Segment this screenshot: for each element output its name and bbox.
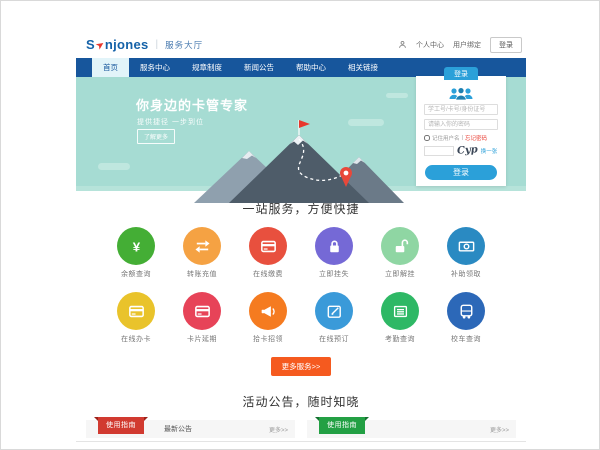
service-item[interactable]: 在线办卡 — [103, 292, 169, 344]
more-link[interactable]: 更多>> — [269, 425, 288, 434]
service-label: 卡片延期 — [187, 334, 217, 344]
nav-item-3[interactable]: 新闻公告 — [233, 58, 285, 77]
svg-text:¥: ¥ — [132, 239, 140, 254]
service-label: 校车查询 — [451, 334, 481, 344]
remember-separator: | — [462, 135, 463, 141]
service-item[interactable]: 立即挂失 — [301, 227, 367, 279]
bus-icon — [447, 292, 485, 330]
bottom-divider — [76, 441, 526, 442]
announcement-panels: 使用指南 最新公告 更多>> 使用指南 更多>> — [86, 420, 516, 438]
announcement-panel: 使用指南 更多>> — [307, 420, 516, 438]
nav-item-1[interactable]: 服务中心 — [129, 58, 181, 77]
service-item[interactable]: 立即解挂 — [367, 227, 433, 279]
nav-items: 首页服务中心规章制度新闻公告帮助中心相关链接 — [92, 58, 389, 77]
header-right: 个人中心 用户绑定 登录 — [398, 37, 522, 53]
unlock-icon — [381, 227, 419, 265]
banknote-icon — [447, 227, 485, 265]
hero-banner: 你身边的卡管专家 提供捷径 一步到位 了解更多 登录 — [76, 77, 526, 191]
captcha-input[interactable] — [424, 146, 454, 156]
service-item[interactable]: 考勤查询 — [367, 292, 433, 344]
service-item[interactable]: 卡片延期 — [169, 292, 235, 344]
person-icon — [398, 40, 407, 49]
service-item[interactable]: 校车查询 — [433, 292, 499, 344]
captcha-refresh-link[interactable]: 换一张 — [481, 147, 498, 155]
login-submit-button[interactable]: 登录 — [425, 165, 497, 180]
megaphone-icon — [249, 292, 287, 330]
service-label: 转账充值 — [187, 269, 217, 279]
card-icon — [249, 227, 287, 265]
logo: S➤njones — [86, 37, 149, 52]
panel-ribbon-tab[interactable]: 使用指南 — [98, 417, 144, 434]
hero-subtitle: 提供捷径 一步到位 — [137, 117, 204, 127]
list-icon — [381, 292, 419, 330]
login-panel: 登录 记住用户名 | 忘记密码 — [416, 76, 506, 186]
captcha-image[interactable]: Cyp — [457, 144, 478, 156]
nav-item-5[interactable]: 相关链接 — [337, 58, 389, 77]
service-item[interactable]: 在线缴费 — [235, 227, 301, 279]
header-login-button[interactable]: 登录 — [490, 37, 522, 53]
username-input[interactable] — [424, 104, 498, 115]
logo-text-suffix: njones — [105, 37, 149, 52]
lock-icon — [315, 227, 353, 265]
yen-icon: ¥ — [117, 227, 155, 265]
announcement-panel: 使用指南 最新公告 更多>> — [86, 420, 295, 438]
cloud-icon — [98, 163, 130, 170]
service-item[interactable]: 拾卡招领 — [235, 292, 301, 344]
remember-checkbox[interactable] — [424, 135, 430, 141]
cloud-icon — [386, 93, 408, 98]
more-services-button[interactable]: 更多服务>> — [271, 357, 332, 376]
service-label: 余额查询 — [121, 269, 151, 279]
service-item[interactable]: 在线预订 — [301, 292, 367, 344]
mountain-illustration — [194, 115, 404, 203]
password-input[interactable] — [424, 119, 498, 130]
captcha-row: Cyp 换一张 — [424, 145, 498, 156]
panel-ribbon-tab[interactable]: 使用指南 — [319, 417, 365, 434]
card-icon — [117, 292, 155, 330]
remember-row: 记住用户名 | 忘记密码 — [424, 134, 498, 142]
services-section: 一站服务，方便快捷 ¥余额查询转账充值在线缴费立即挂失立即解挂补助领取在线办卡卡… — [76, 191, 526, 376]
service-label: 拾卡招领 — [253, 334, 283, 344]
service-label: 在线缴费 — [253, 269, 283, 279]
hero-title: 你身边的卡管专家 — [136, 95, 248, 114]
nav-item-2[interactable]: 规章制度 — [181, 58, 233, 77]
site-tagline: 服务大厅 — [165, 39, 203, 51]
header: S➤njones | 服务大厅 个人中心 用户绑定 登录 — [76, 31, 526, 58]
service-label: 立即解挂 — [385, 269, 415, 279]
login-tab[interactable]: 登录 — [444, 67, 478, 80]
user-binding-link[interactable]: 用户绑定 — [453, 40, 481, 50]
remember-label: 记住用户名 — [432, 134, 460, 142]
panel-header-bar: 使用指南 更多>> — [307, 420, 516, 438]
service-label: 补助领取 — [451, 269, 481, 279]
announcements-title: 活动公告，随时知晓 — [76, 393, 526, 410]
header-divider: | — [156, 39, 159, 50]
users-icon — [448, 86, 474, 101]
service-label: 立即挂失 — [319, 269, 349, 279]
services-grid: ¥ 余额查询 转账充值 在线缴费 立即挂失 立即解挂 补助领取在线办卡 卡片延期 拾卡招领 在线预… — [103, 227, 499, 357]
panel-header-bar: 使用指南 最新公告 更多>> — [86, 420, 295, 438]
service-item[interactable]: 补助领取 — [433, 227, 499, 279]
service-label: 在线办卡 — [121, 334, 151, 344]
page: S➤njones | 服务大厅 个人中心 用户绑定 登录 首页服务中心规章制度新… — [76, 31, 526, 442]
hero-cta-button[interactable]: 了解更多 — [137, 129, 175, 144]
logo-text-prefix: S — [86, 37, 95, 52]
nav-item-0[interactable]: 首页 — [92, 58, 129, 77]
card-icon — [183, 292, 221, 330]
forgot-password-link[interactable]: 忘记密码 — [465, 134, 487, 142]
screenshot-canvas: S➤njones | 服务大厅 个人中心 用户绑定 登录 首页服务中心规章制度新… — [0, 0, 600, 450]
personal-center-link[interactable]: 个人中心 — [416, 40, 444, 50]
service-item[interactable]: 转账充值 — [169, 227, 235, 279]
nav-item-4[interactable]: 帮助中心 — [285, 58, 337, 77]
more-link[interactable]: 更多>> — [490, 425, 509, 434]
service-label: 在线预订 — [319, 334, 349, 344]
service-item[interactable]: ¥ 余额查询 — [103, 227, 169, 279]
service-label: 考勤查询 — [385, 334, 415, 344]
edit-icon — [315, 292, 353, 330]
panel-tab[interactable]: 最新公告 — [164, 424, 192, 434]
transfer-icon — [183, 227, 221, 265]
announcements-section: 活动公告，随时知晓 使用指南 最新公告 更多>> 使用指南 更多>> — [76, 393, 526, 442]
